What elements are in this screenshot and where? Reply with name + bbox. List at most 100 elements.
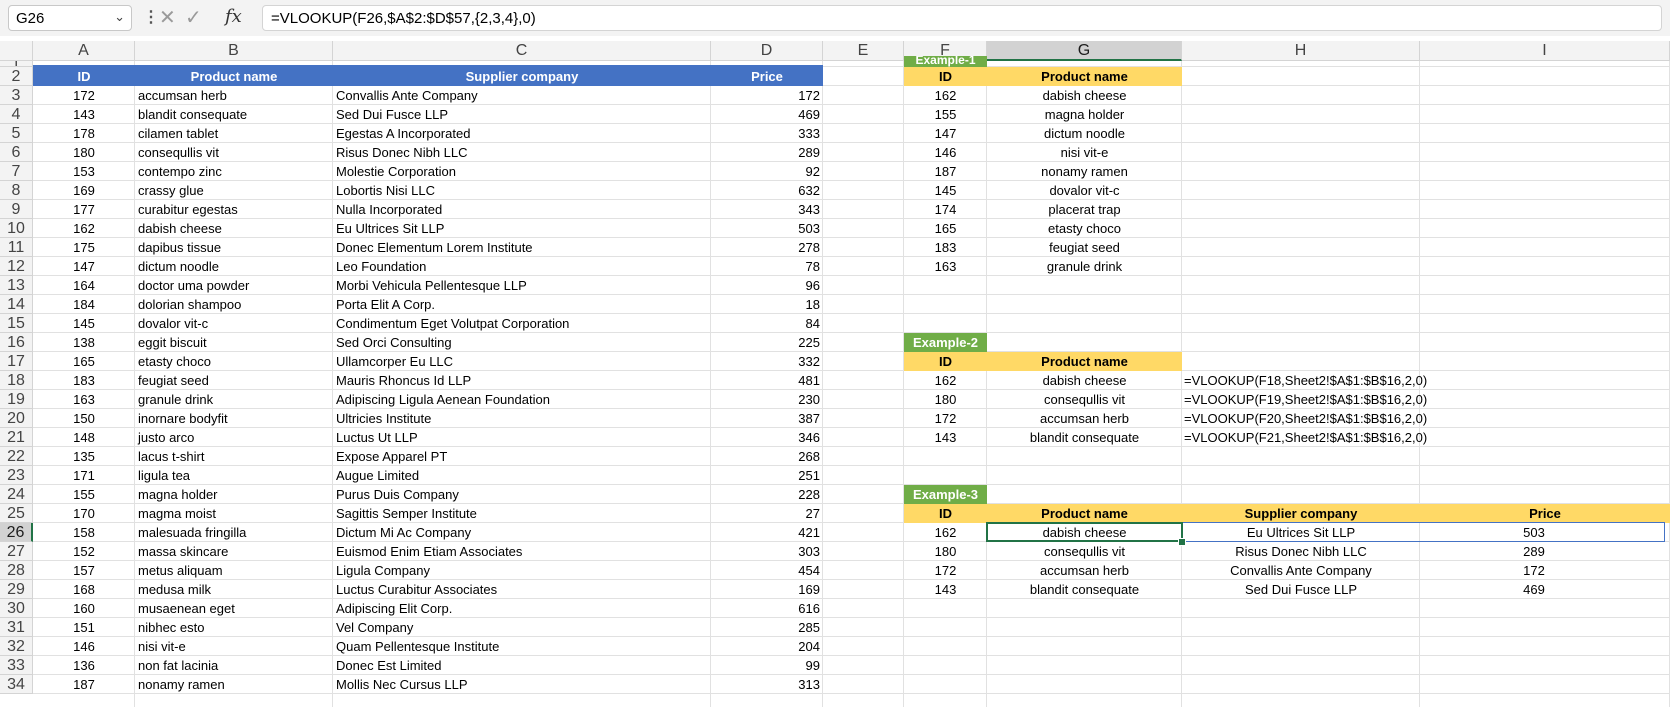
row-header-31[interactable]: 31	[0, 618, 33, 637]
example-1-cell[interactable]: 147	[904, 124, 987, 143]
table-cell[interactable]: feugiat seed	[135, 371, 333, 390]
row-header-7[interactable]: 7	[0, 162, 33, 181]
table-cell[interactable]: 387	[711, 409, 823, 428]
table-cell[interactable]: nisi vit-e	[135, 637, 333, 656]
example-3-cell[interactable]: 143	[904, 580, 987, 599]
table-cell[interactable]: accumsan herb	[135, 86, 333, 105]
close-icon[interactable]: ✕	[159, 5, 176, 30]
example-2-formula-text[interactable]: =VLOOKUP(F20,Sheet2!$A$1:$B$16,2,0)	[1182, 409, 1442, 428]
example-1-cell[interactable]: granule drink	[987, 257, 1182, 276]
example-3-cell[interactable]: 162	[904, 523, 987, 542]
table-cell[interactable]: Porta Elit A Corp.	[333, 295, 711, 314]
table-cell[interactable]: Mollis Nec Cursus LLP	[333, 675, 711, 694]
example-3-cell[interactable]: accumsan herb	[987, 561, 1182, 580]
table-cell[interactable]: curabitur egestas	[135, 200, 333, 219]
row-header-4[interactable]: 4	[0, 105, 33, 124]
table-cell[interactable]: 169	[711, 580, 823, 599]
table-cell[interactable]: Egestas A Incorporated	[333, 124, 711, 143]
example-2-badge[interactable]: Example-2	[904, 333, 987, 352]
table-cell[interactable]: 228	[711, 485, 823, 504]
row-header-21[interactable]: 21	[0, 428, 33, 447]
table-cell[interactable]: dolorian shampoo	[135, 295, 333, 314]
row-header-6[interactable]: 6	[0, 143, 33, 162]
row-header-11[interactable]: 11	[0, 238, 33, 257]
example-3-cell[interactable]: 289	[1420, 542, 1648, 561]
table-cell[interactable]: Vel Company	[333, 618, 711, 637]
table-cell[interactable]: Adipiscing Ligula Aenean Foundation	[333, 390, 711, 409]
table-cell[interactable]: justo arco	[135, 428, 333, 447]
table-cell[interactable]: Mauris Rhoncus Id LLP	[333, 371, 711, 390]
example-3-header[interactable]: ID	[904, 504, 987, 523]
table-cell[interactable]: dabish cheese	[135, 219, 333, 238]
table-cell[interactable]: 169	[33, 181, 135, 200]
table-cell[interactable]: 135	[33, 447, 135, 466]
column-header-d[interactable]: D	[711, 41, 823, 61]
table-cell[interactable]: 152	[33, 542, 135, 561]
table-cell[interactable]: 225	[711, 333, 823, 352]
example-2-cell[interactable]: 143	[904, 428, 987, 447]
row-header-8[interactable]: 8	[0, 181, 33, 200]
example-3-header[interactable]: Supplier company	[1182, 504, 1420, 523]
table-cell[interactable]: massa skincare	[135, 542, 333, 561]
main-table-header[interactable]: Price	[711, 67, 823, 86]
example-2-formula-text[interactable]: =VLOOKUP(F18,Sheet2!$A$1:$B$16,2,0)	[1182, 371, 1442, 390]
table-cell[interactable]: Sed Orci Consulting	[333, 333, 711, 352]
table-cell[interactable]: Leo Foundation	[333, 257, 711, 276]
table-cell[interactable]: 153	[33, 162, 135, 181]
insert-function-icon[interactable]: fx	[225, 6, 242, 27]
table-cell[interactable]: 92	[711, 162, 823, 181]
row-header-9[interactable]: 9	[0, 200, 33, 219]
table-cell[interactable]: 503	[711, 219, 823, 238]
example-1-cell[interactable]: nisi vit-e	[987, 143, 1182, 162]
table-cell[interactable]: 481	[711, 371, 823, 390]
row-header-27[interactable]: 27	[0, 542, 33, 561]
table-cell[interactable]: ligula tea	[135, 466, 333, 485]
table-cell[interactable]: Luctus Ut LLP	[333, 428, 711, 447]
table-cell[interactable]: etasty choco	[135, 352, 333, 371]
example-1-cell[interactable]: 187	[904, 162, 987, 181]
example-1-cell[interactable]: 163	[904, 257, 987, 276]
table-cell[interactable]: 165	[33, 352, 135, 371]
table-cell[interactable]: 146	[33, 637, 135, 656]
table-cell[interactable]: 136	[33, 656, 135, 675]
table-cell[interactable]: Risus Donec Nibh LLC	[333, 143, 711, 162]
table-cell[interactable]: 469	[711, 105, 823, 124]
row-header-24[interactable]: 24	[0, 485, 33, 504]
table-cell[interactable]: 313	[711, 675, 823, 694]
table-cell[interactable]: 143	[33, 105, 135, 124]
table-cell[interactable]: 172	[711, 86, 823, 105]
table-cell[interactable]: 285	[711, 618, 823, 637]
table-cell[interactable]: nibhec esto	[135, 618, 333, 637]
row-header-34[interactable]: 34	[0, 675, 33, 694]
row-header-19[interactable]: 19	[0, 390, 33, 409]
table-cell[interactable]: 84	[711, 314, 823, 333]
table-cell[interactable]: 251	[711, 466, 823, 485]
example-1-header[interactable]: ID	[904, 67, 987, 86]
table-cell[interactable]: contempo zinc	[135, 162, 333, 181]
example-1-cell[interactable]: 162	[904, 86, 987, 105]
example-3-cell[interactable]: Risus Donec Nibh LLC	[1182, 542, 1420, 561]
row-header-28[interactable]: 28	[0, 561, 33, 580]
table-cell[interactable]: 170	[33, 504, 135, 523]
select-all-corner[interactable]	[0, 41, 33, 61]
table-cell[interactable]: eggit biscuit	[135, 333, 333, 352]
example-1-cell[interactable]: 183	[904, 238, 987, 257]
example-3-cell[interactable]: 469	[1420, 580, 1648, 599]
example-2-header[interactable]: ID	[904, 352, 987, 371]
table-cell[interactable]: Luctus Curabitur Associates	[333, 580, 711, 599]
table-cell[interactable]: 148	[33, 428, 135, 447]
table-cell[interactable]: dictum noodle	[135, 257, 333, 276]
table-cell[interactable]: granule drink	[135, 390, 333, 409]
table-cell[interactable]: 289	[711, 143, 823, 162]
fill-handle[interactable]	[1178, 538, 1186, 546]
table-cell[interactable]: 346	[711, 428, 823, 447]
table-cell[interactable]: 155	[33, 485, 135, 504]
row-header-32[interactable]: 32	[0, 637, 33, 656]
column-header-i[interactable]: I	[1420, 41, 1670, 61]
table-cell[interactable]: Expose Apparel PT	[333, 447, 711, 466]
table-cell[interactable]: 187	[33, 675, 135, 694]
row-header-17[interactable]: 17	[0, 352, 33, 371]
table-cell[interactable]: Molestie Corporation	[333, 162, 711, 181]
example-1-cell[interactable]: feugiat seed	[987, 238, 1182, 257]
table-cell[interactable]: 158	[33, 523, 135, 542]
